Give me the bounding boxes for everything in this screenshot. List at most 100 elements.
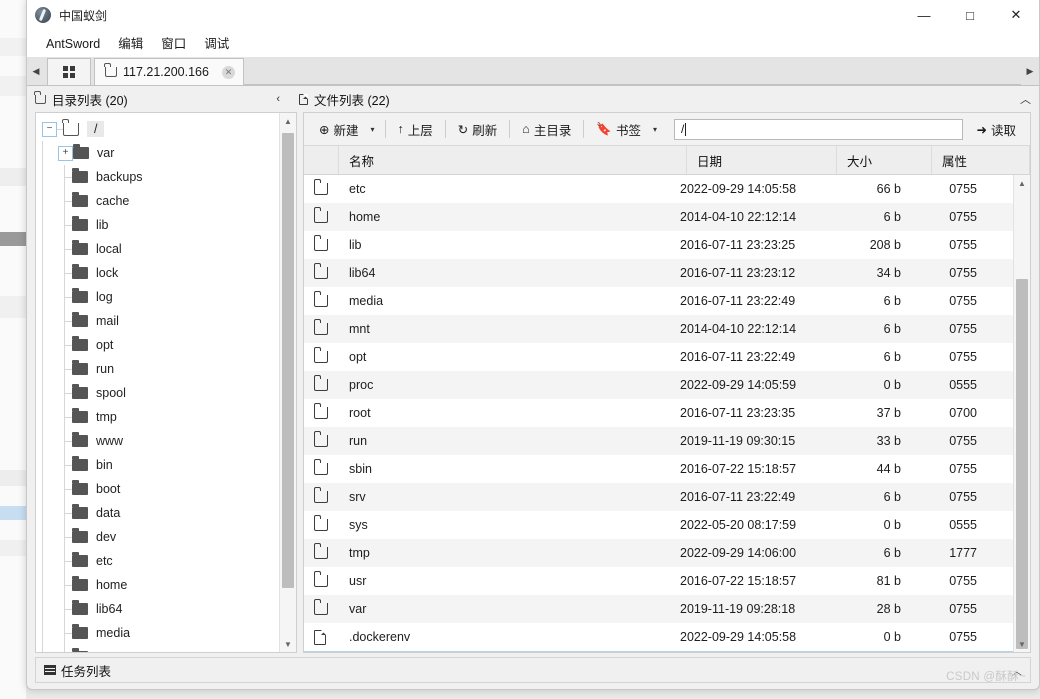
table-row[interactable]: media 2016-07-11 23:22:49 6 b 0755 [304, 287, 1013, 315]
tree-node-mnt[interactable]: mnt [36, 645, 279, 652]
tree-node-label: spool [96, 386, 126, 400]
scrollbar-thumb[interactable] [1016, 279, 1028, 649]
tree-node-mail[interactable]: mail [36, 309, 279, 333]
bookmark-dropdown-caret-icon[interactable]: ▾ [650, 125, 664, 134]
path-input[interactable]: / [673, 118, 963, 140]
minimize-button[interactable]: — [901, 0, 947, 30]
table-row[interactable]: etc 2022-09-29 14:05:58 66 b 0755 [304, 175, 1013, 203]
tree-node-log[interactable]: log [36, 285, 279, 309]
tree-node-root[interactable]: − / [36, 117, 279, 141]
tree-guide-line [36, 333, 50, 357]
tree-node-home[interactable]: home [36, 573, 279, 597]
tree-node-lib64[interactable]: lib64 [36, 597, 279, 621]
tree-node-opt[interactable]: opt [36, 333, 279, 357]
scroll-up-icon[interactable]: ▲ [280, 113, 296, 129]
tree-node-media[interactable]: media [36, 621, 279, 645]
table-row[interactable]: run 2019-11-19 09:30:15 33 b 0755 [304, 427, 1013, 455]
tree-guide-line [36, 621, 50, 645]
home-button[interactable]: ⌂ 主目录 [513, 117, 580, 141]
refresh-button[interactable]: ↻ 刷新 [449, 117, 507, 141]
table-row[interactable]: root 2016-07-11 23:23:35 37 b 0700 [304, 399, 1013, 427]
toolbar-separator [583, 120, 585, 138]
folder-icon [72, 288, 88, 303]
status-bar[interactable]: 任务列表 ︿ CSDN @酥酥~ [35, 657, 1031, 683]
table-row[interactable]: sys 2022-05-20 08:17:59 0 b 0555 [304, 511, 1013, 539]
file-icon [299, 93, 308, 105]
tree-elbow [58, 645, 72, 652]
scrollbar-thumb[interactable] [282, 133, 294, 588]
menu-item-antsword[interactable]: AntSword [37, 31, 109, 57]
tree-node-local[interactable]: local [36, 237, 279, 261]
cell-size: 66 b [876, 182, 901, 196]
tree-node-boot[interactable]: boot [36, 477, 279, 501]
table-row[interactable]: tmp 2022-09-29 14:06:00 6 b 1777 [304, 539, 1013, 567]
column-header-icon[interactable] [304, 146, 339, 174]
path-input-value: / [680, 122, 685, 136]
tree-node-lib[interactable]: lib [36, 213, 279, 237]
tree-node-bin[interactable]: bin [36, 453, 279, 477]
scroll-down-icon[interactable]: ▼ [280, 636, 296, 652]
table-row[interactable]: mnt 2014-04-10 22:12:14 6 b 0755 [304, 315, 1013, 343]
tree-node-www[interactable]: www [36, 429, 279, 453]
table-row[interactable]: usr 2016-07-22 15:18:57 81 b 0755 [304, 567, 1013, 595]
read-button[interactable]: ➜ 读取 [969, 117, 1025, 141]
menu-item-window[interactable]: 窗口 [152, 31, 195, 57]
table-row[interactable]: opt 2016-07-11 23:22:49 6 b 0755 [304, 343, 1013, 371]
directory-tree-scrollbar[interactable]: ▲ ▼ [279, 113, 296, 652]
collapse-left-panel-icon[interactable]: ‹ [276, 93, 280, 105]
folder-icon [313, 179, 328, 195]
tree-node-data[interactable]: data [36, 501, 279, 525]
table-row[interactable]: proc 2022-09-29 14:05:59 0 b 0555 [304, 371, 1013, 399]
tab-close-icon[interactable]: ✕ [222, 65, 235, 79]
table-row[interactable]: sbin 2016-07-22 15:18:57 44 b 0755 [304, 455, 1013, 483]
scroll-up-icon[interactable]: ▲ [1014, 175, 1030, 191]
scroll-down-icon[interactable]: ▼ [1014, 636, 1030, 652]
menu-bar: AntSword 编辑 窗口 调试 [27, 31, 1039, 57]
tree-node-cache[interactable]: cache [36, 189, 279, 213]
table-row[interactable]: home 2014-04-10 22:12:14 6 b 0755 [304, 203, 1013, 231]
tree-node-tmp[interactable]: tmp [36, 405, 279, 429]
new-dropdown-caret-icon[interactable]: ▾ [368, 125, 382, 134]
close-button[interactable]: ✕ [993, 0, 1039, 30]
tab-scroll-left-icon[interactable]: ◀ [27, 58, 45, 85]
cell-size: 6 b [883, 294, 901, 308]
cell-attr: 0755 [949, 630, 977, 644]
tree-elbow [58, 357, 72, 381]
table-row[interactable]: lib 2016-07-11 23:23:25 208 b 0755 [304, 231, 1013, 259]
tree-node-dev[interactable]: dev [36, 525, 279, 549]
tab-117-21-200-166[interactable]: 117.21.200.166 ✕ [94, 58, 244, 85]
table-row[interactable]: .dockerenv 2022-09-29 14:05:58 0 b 0755 [304, 623, 1013, 651]
tree-guide-line [36, 525, 50, 549]
tree-expander-icon[interactable]: − [42, 121, 57, 137]
column-header-date[interactable]: 日期 [687, 146, 837, 174]
cell-date: 2016-07-11 23:23:35 [680, 406, 796, 420]
collapse-file-panel-icon[interactable]: ︿ [1020, 91, 1031, 107]
tree-node-label: run [96, 362, 115, 376]
table-row[interactable]: var 2019-11-19 09:28:18 28 b 0755 [304, 595, 1013, 623]
column-header-attr[interactable]: 属性 [932, 146, 1030, 174]
up-button[interactable]: ↑ 上层 [389, 117, 442, 141]
tree-node-spool[interactable]: spool [36, 381, 279, 405]
table-row[interactable]: srv 2016-07-11 23:22:49 6 b 0755 [304, 483, 1013, 511]
bookmark-button[interactable]: 🔖 书签 [587, 117, 650, 141]
tree-node-etc[interactable]: etc [36, 549, 279, 573]
maximize-button[interactable]: □ [947, 0, 993, 30]
tab-scroll-right-icon[interactable]: ▶ [1021, 58, 1039, 85]
column-header-name[interactable]: 名称 [339, 146, 687, 174]
tree-node-run[interactable]: run [36, 357, 279, 381]
tree-expander-icon[interactable]: + [58, 145, 73, 161]
menu-item-debug[interactable]: 调试 [195, 31, 238, 57]
tab-grid-view[interactable] [47, 58, 91, 85]
column-header-size[interactable]: 大小 [837, 146, 932, 174]
new-button[interactable]: ⊕ 新建 [310, 117, 368, 141]
table-row[interactable]: flag2022-09-29 14:05:5943 b0644 [304, 651, 1013, 652]
table-row[interactable]: lib64 2016-07-11 23:23:12 34 b 0755 [304, 259, 1013, 287]
file-list-scrollbar[interactable]: ▲ ▼ [1013, 175, 1030, 652]
cell-size: 6 b [883, 350, 901, 364]
cell-size: 6 b [883, 490, 901, 504]
tree-node-var[interactable]: + var [36, 141, 279, 165]
tree-node-backups[interactable]: backups [36, 165, 279, 189]
cell-attr: 0755 [949, 238, 977, 252]
tree-node-lock[interactable]: lock [36, 261, 279, 285]
menu-item-edit[interactable]: 编辑 [109, 31, 152, 57]
